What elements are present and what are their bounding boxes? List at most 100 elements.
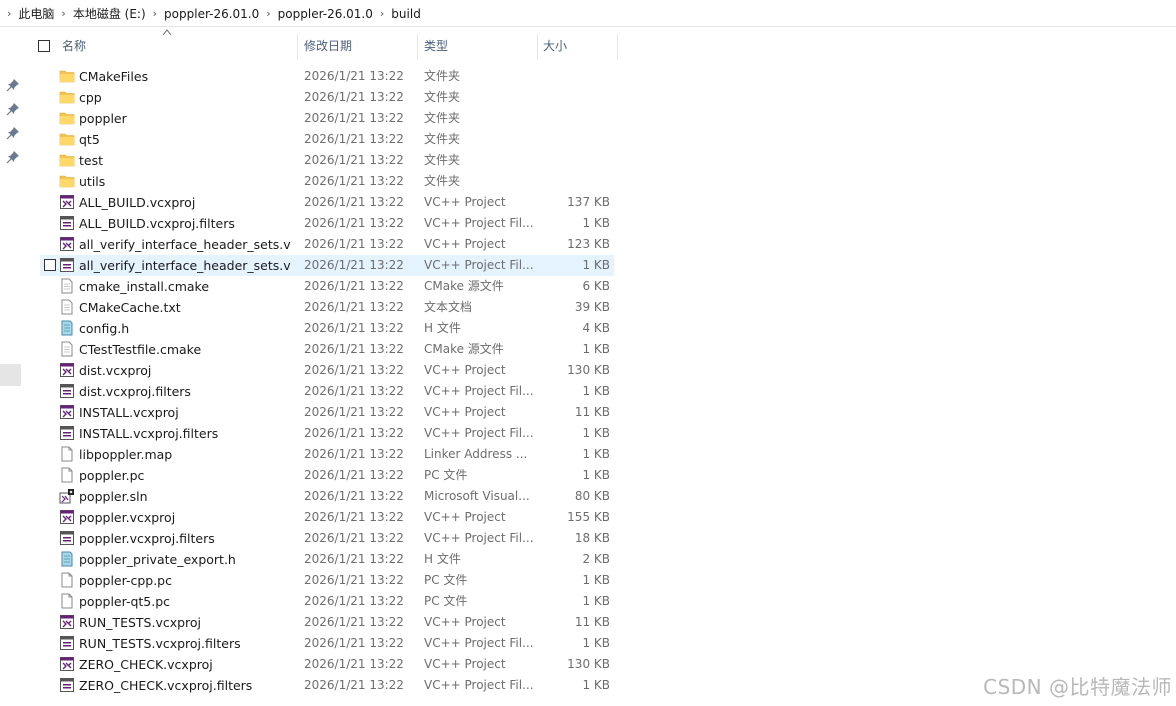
file-row[interactable]: RUN_TESTS.vcxproj 2026/1/21 13:22 VC++ Pro…	[0, 612, 640, 633]
text-file-icon	[59, 278, 75, 294]
breadcrumb-item-poppler-inner[interactable]: poppler-26.01.0	[278, 7, 373, 21]
breadcrumb-item-poppler-root[interactable]: poppler-26.01.0	[164, 7, 259, 21]
file-row[interactable]: ALL_BUILD.vcxproj.filters 2026/1/21 13:22…	[0, 213, 640, 234]
file-date: 2026/1/21 13:22	[304, 342, 404, 356]
vcxproj-icon	[59, 656, 75, 672]
column-header-name[interactable]: 名称	[62, 30, 292, 62]
breadcrumb-chevron-icon[interactable]: ›	[259, 7, 277, 20]
file-row[interactable]: INSTALL.vcxproj 2026/1/21 13:22 VC++ Proje…	[0, 402, 640, 423]
file-size: 1 KB	[582, 384, 610, 398]
breadcrumb-chevron-icon[interactable]: ›	[373, 7, 391, 20]
file-size: 1 KB	[582, 678, 610, 692]
vcxproj-icon	[59, 362, 75, 378]
file-size: 11 KB	[574, 405, 610, 419]
file-size: 130 KB	[567, 657, 610, 671]
file-name: test	[79, 153, 104, 168]
file-row[interactable]: libpoppler.map 2026/1/21 13:22 Linker Addr…	[0, 444, 640, 465]
address-bar[interactable]: › 此电脑 › 本地磁盘 (E:) › poppler-26.01.0 › po…	[0, 0, 1176, 27]
breadcrumb-item-drive[interactable]: 本地磁盘 (E:)	[73, 5, 146, 22]
file-row[interactable]: qt5 2026/1/21 13:22 文件夹	[0, 129, 640, 150]
column-header-date[interactable]: 修改日期	[304, 30, 414, 62]
file-type: 文件夹	[424, 111, 461, 125]
breadcrumb-chevron-icon[interactable]: ›	[0, 7, 18, 20]
column-divider[interactable]	[617, 34, 618, 60]
file-row[interactable]: ALL_BUILD.vcxproj 2026/1/21 13:22 VC++ Pro…	[0, 192, 640, 213]
file-type: H 文件	[424, 321, 461, 335]
file-row[interactable]: cmake_install.cmake 2026/1/21 13:22 CMake …	[0, 276, 640, 297]
file-size: 1 KB	[582, 426, 610, 440]
file-date: 2026/1/21 13:22	[304, 594, 404, 608]
file-name: dist.vcxproj.filters	[79, 384, 191, 399]
file-row[interactable]: poppler_private_export.h 2026/1/21 13:22 H…	[0, 549, 640, 570]
file-row[interactable]: cpp 2026/1/21 13:22 文件夹	[0, 87, 640, 108]
file-name: CMakeFiles	[79, 69, 149, 84]
file-type: PC 文件	[424, 468, 468, 482]
header-file-icon	[59, 551, 75, 567]
file-date: 2026/1/21 13:22	[304, 69, 404, 83]
file-row[interactable]: RUN_TESTS.vcxproj.filters 2026/1/21 13:22…	[0, 633, 640, 654]
column-divider[interactable]	[417, 34, 418, 60]
blank-file-icon	[59, 446, 75, 462]
file-name: CTestTestfile.cmake	[79, 342, 202, 357]
filters-icon	[59, 677, 75, 693]
file-row[interactable]: poppler.pc 2026/1/21 13:22 PC 文件 1 KB	[0, 465, 640, 486]
file-name: poppler-qt5.pc	[79, 594, 171, 609]
file-name: all_verify_interface_header_sets.vcx...	[79, 237, 291, 252]
file-size	[540, 66, 610, 87]
file-row[interactable]: dist.vcxproj.filters 2026/1/21 13:22 VC++ …	[0, 381, 640, 402]
file-name: poppler-cpp.pc	[79, 573, 172, 588]
file-row[interactable]: CTestTestfile.cmake 2026/1/21 13:22 CMake …	[0, 339, 640, 360]
breadcrumb-item-build[interactable]: build	[391, 7, 421, 21]
file-row[interactable]: ZERO_CHECK.vcxproj.filters 2026/1/21 13:2…	[0, 675, 640, 696]
file-size: 80 KB	[574, 489, 610, 503]
column-divider[interactable]	[537, 34, 538, 60]
file-size: 123 KB	[567, 237, 610, 251]
sln-icon	[59, 488, 75, 504]
file-size: 130 KB	[567, 363, 610, 377]
file-name: RUN_TESTS.vcxproj	[79, 615, 202, 630]
file-row[interactable]: poppler 2026/1/21 13:22 文件夹	[0, 108, 640, 129]
file-size: 155 KB	[567, 510, 610, 524]
file-type: CMake 源文件	[424, 279, 504, 293]
file-size: 4 KB	[582, 321, 610, 335]
breadcrumb-chevron-icon[interactable]: ›	[146, 7, 164, 20]
file-row[interactable]: utils 2026/1/21 13:22 文件夹	[0, 171, 640, 192]
vcxproj-icon	[59, 236, 75, 252]
file-type: VC++ Project Fil...	[424, 216, 534, 230]
column-divider[interactable]	[297, 34, 298, 60]
file-row[interactable]: INSTALL.vcxproj.filters 2026/1/21 13:22 VC…	[0, 423, 640, 444]
file-row[interactable]: CMakeFiles 2026/1/21 13:22 文件夹	[0, 66, 640, 87]
file-type: VC++ Project	[424, 237, 506, 251]
filters-icon	[59, 635, 75, 651]
file-type: 文件夹	[424, 90, 461, 104]
file-row[interactable]: poppler.sln 2026/1/21 13:22 Microsoft Visu…	[0, 486, 640, 507]
file-row[interactable]: poppler-qt5.pc 2026/1/21 13:22 PC 文件 1 KB	[0, 591, 640, 612]
file-type: 文件夹	[424, 153, 461, 167]
breadcrumb-chevron-icon[interactable]: ›	[54, 7, 72, 20]
file-row[interactable]: dist.vcxproj 2026/1/21 13:22 VC++ Project 1…	[0, 360, 640, 381]
row-checkbox[interactable]	[44, 259, 56, 271]
column-header-size[interactable]: 大小	[543, 30, 613, 62]
select-all-checkbox[interactable]	[38, 40, 50, 52]
file-row[interactable]: CMakeCache.txt 2026/1/21 13:22 文本文档 39 KB	[0, 297, 640, 318]
column-header-type[interactable]: 类型	[424, 30, 534, 62]
file-date: 2026/1/21 13:22	[304, 174, 404, 188]
file-row[interactable]: poppler-cpp.pc 2026/1/21 13:22 PC 文件 1 KB	[0, 570, 640, 591]
file-row[interactable]: all_verify_interface_header_sets.vcx... 2…	[0, 255, 640, 276]
file-name: all_verify_interface_header_sets.vcx...	[79, 258, 291, 273]
file-date: 2026/1/21 13:22	[304, 237, 404, 251]
file-date: 2026/1/21 13:22	[304, 678, 404, 692]
breadcrumb-item-this-pc[interactable]: 此电脑	[18, 5, 54, 22]
file-type: 文件夹	[424, 132, 461, 146]
blank-file-icon	[59, 593, 75, 609]
filters-icon	[59, 530, 75, 546]
file-date: 2026/1/21 13:22	[304, 384, 404, 398]
file-row[interactable]: config.h 2026/1/21 13:22 H 文件 4 KB	[0, 318, 640, 339]
file-row[interactable]: test 2026/1/21 13:22 文件夹	[0, 150, 640, 171]
file-date: 2026/1/21 13:22	[304, 489, 404, 503]
file-row[interactable]: poppler.vcxproj.filters 2026/1/21 13:22 VC…	[0, 528, 640, 549]
file-row[interactable]: ZERO_CHECK.vcxproj 2026/1/21 13:22 VC++ Pr…	[0, 654, 640, 675]
file-row[interactable]: poppler.vcxproj 2026/1/21 13:22 VC++ Proje…	[0, 507, 640, 528]
file-row[interactable]: all_verify_interface_header_sets.vcx... 2…	[0, 234, 640, 255]
file-date: 2026/1/21 13:22	[304, 531, 404, 545]
